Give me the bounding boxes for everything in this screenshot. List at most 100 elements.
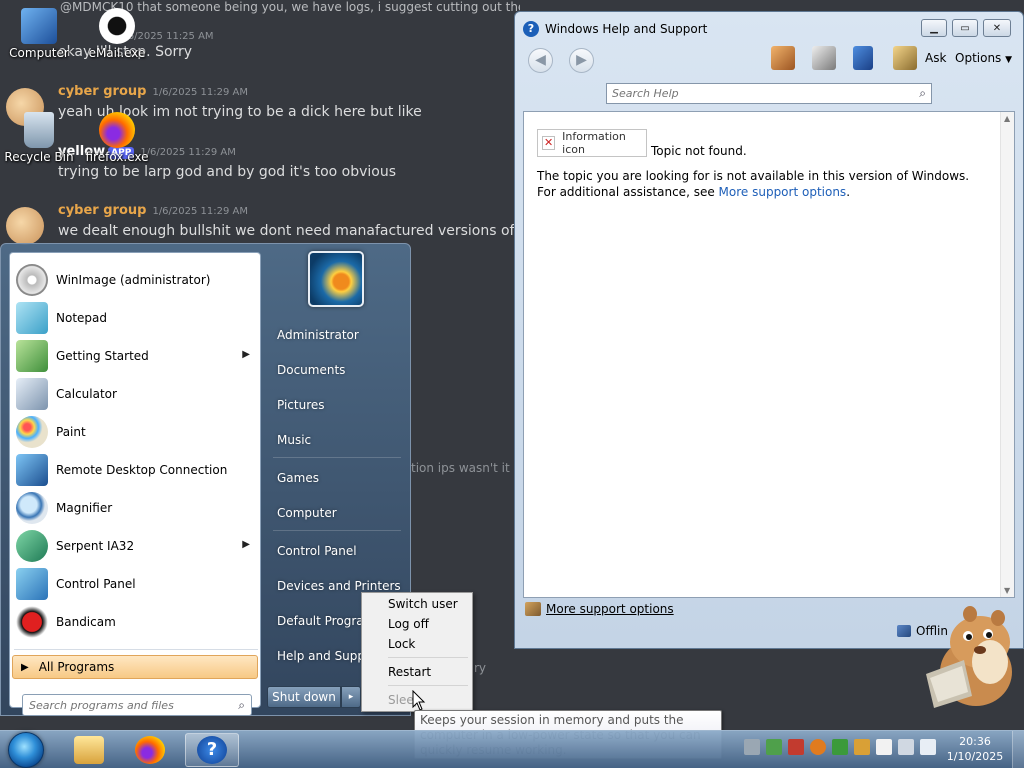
menu-item-restart[interactable]: Restart — [364, 662, 470, 682]
show-desktop-button[interactable] — [1012, 731, 1024, 768]
taskbar-explorer[interactable] — [62, 733, 116, 767]
start-link-documents[interactable]: Documents — [267, 356, 407, 384]
desktop-icon-recycle-bin[interactable]: Recycle Bin — [4, 112, 74, 164]
folder-icon — [74, 736, 104, 764]
all-programs-label: All Programs — [38, 660, 115, 674]
ask-icon[interactable] — [893, 46, 917, 70]
clock-time: 20:36 — [959, 735, 991, 748]
tray-search-icon[interactable] — [810, 739, 826, 755]
desktop-icon-email[interactable]: eMail.exe — [82, 8, 152, 60]
program-label: Serpent IA32 — [56, 539, 135, 553]
desktop-icon-label: Computer — [9, 46, 69, 60]
start-link-pictures[interactable]: Pictures — [267, 391, 407, 419]
winimage-icon — [16, 264, 48, 296]
start-link-games[interactable]: Games — [267, 464, 407, 492]
print-icon[interactable] — [812, 46, 836, 70]
program-label: Remote Desktop Connection — [56, 463, 228, 477]
submenu-arrow-icon[interactable]: ▶ — [242, 349, 250, 360]
program-bandicam[interactable]: Bandicam — [14, 603, 258, 641]
desktop-icon-computer[interactable]: Computer — [4, 8, 74, 60]
mouse-cursor-icon — [412, 690, 426, 711]
all-programs-button[interactable]: ▶ All Programs — [12, 655, 258, 679]
hamster-image — [926, 606, 1012, 708]
serpent-icon — [16, 530, 48, 562]
message-author[interactable]: cyber group — [58, 203, 146, 218]
program-magnifier[interactable]: Magnifier — [14, 489, 258, 527]
scroll-up-icon[interactable]: ▲ — [1004, 114, 1010, 123]
action-center-flag-icon[interactable] — [876, 739, 892, 755]
start-search-box[interactable]: ⌕ — [22, 694, 252, 716]
program-control-panel[interactable]: Control Panel — [14, 565, 258, 603]
email-icon — [99, 8, 135, 44]
chat-message: okay I'll stop. Sorry 1/6/2025 11:25 AM — [0, 26, 520, 86]
submenu-arrow-icon[interactable]: ▶ — [242, 539, 250, 550]
desktop-icon-firefox[interactable]: firefox.exe — [82, 112, 152, 164]
program-getting-started[interactable]: Getting Started ▶ — [14, 337, 258, 375]
tray-app-icon[interactable] — [744, 739, 760, 755]
menu-item-lock[interactable]: Lock — [364, 634, 470, 654]
start-search-input[interactable] — [29, 698, 239, 712]
remote-desktop-icon — [16, 454, 48, 486]
more-support-link[interactable]: More support options — [719, 185, 847, 199]
help-content: ✕ Information icon Topic not found. The … — [523, 111, 1015, 598]
tray-security-icon[interactable] — [788, 739, 804, 755]
start-link-control-panel[interactable]: Control Panel — [267, 537, 407, 565]
program-label: Bandicam — [56, 615, 116, 629]
menu-item-log-off[interactable]: Log off — [364, 614, 470, 634]
program-notepad[interactable]: Notepad — [14, 299, 258, 337]
firefox-icon — [99, 112, 135, 148]
message-text: we dealt enough bullshit we dont need ma… — [58, 223, 520, 239]
help-search-input[interactable] — [612, 87, 920, 100]
message-text: trying to be larp god and by god it's to… — [58, 164, 397, 180]
program-calculator[interactable]: Calculator — [14, 375, 258, 413]
avatar[interactable] — [6, 207, 44, 245]
tray-shield-icon[interactable] — [832, 739, 848, 755]
chevron-down-icon: ▼ — [1005, 55, 1013, 65]
info-icon-label: Information icon — [562, 130, 626, 156]
scroll-down-icon[interactable]: ▼ — [1004, 586, 1010, 595]
menu-item-switch-user[interactable]: Switch user — [364, 594, 470, 614]
more-support-options-button[interactable]: More support options — [525, 602, 674, 616]
search-icon[interactable]: ⌕ — [919, 86, 926, 101]
chat-fragment: tion ips wasn't it — [411, 461, 510, 475]
browse-help-icon[interactable] — [853, 46, 873, 70]
start-link-administrator[interactable]: Administrator — [267, 321, 407, 349]
program-winimage[interactable]: WinImage (administrator) — [14, 261, 258, 299]
support-icon — [525, 602, 541, 616]
close-button[interactable]: ✕ — [983, 19, 1011, 37]
home-icon[interactable] — [771, 46, 795, 70]
options-menu[interactable]: Options ▼ — [955, 51, 1012, 65]
tray-network-icon[interactable] — [766, 739, 782, 755]
minimize-button[interactable]: ▁ — [921, 19, 947, 37]
user-picture[interactable] — [308, 251, 364, 307]
start-link-music[interactable]: Music — [267, 426, 407, 454]
help-icon: ? — [523, 21, 539, 37]
taskbar-help-support[interactable]: ? — [185, 733, 239, 767]
taskbar-firefox[interactable] — [123, 733, 177, 767]
back-button[interactable]: ◀ — [528, 48, 553, 73]
search-icon[interactable]: ⌕ — [238, 698, 245, 713]
vertical-scrollbar[interactable]: ▲ ▼ — [1000, 112, 1014, 597]
program-label: Magnifier — [56, 501, 113, 515]
ask-button[interactable]: Ask — [925, 51, 946, 65]
separator — [273, 457, 401, 458]
program-serpent[interactable]: Serpent IA32 ▶ — [14, 527, 258, 565]
message-author[interactable]: cyber group — [58, 84, 146, 99]
tray-update-icon[interactable] — [854, 739, 870, 755]
arrow-right-icon: ▶ — [21, 661, 29, 673]
notification-area — [744, 739, 940, 761]
clock[interactable]: 20:36 1/10/2025 — [944, 734, 1006, 764]
start-link-computer[interactable]: Computer — [267, 499, 407, 527]
help-icon: ? — [197, 736, 227, 764]
help-search-box[interactable]: ⌕ — [606, 83, 932, 104]
volume-icon[interactable] — [920, 739, 936, 755]
program-paint[interactable]: Paint — [14, 413, 258, 451]
shut-down-options-arrow[interactable]: ▸ — [341, 686, 361, 708]
network-icon[interactable] — [898, 739, 914, 755]
maximize-button[interactable]: ▭ — [952, 19, 978, 37]
offline-icon — [897, 625, 911, 637]
program-remote-desktop[interactable]: Remote Desktop Connection — [14, 451, 258, 489]
shut-down-button[interactable]: Shut down — [267, 686, 341, 708]
forward-button[interactable]: ▶ — [569, 48, 594, 73]
start-button[interactable] — [8, 732, 44, 768]
